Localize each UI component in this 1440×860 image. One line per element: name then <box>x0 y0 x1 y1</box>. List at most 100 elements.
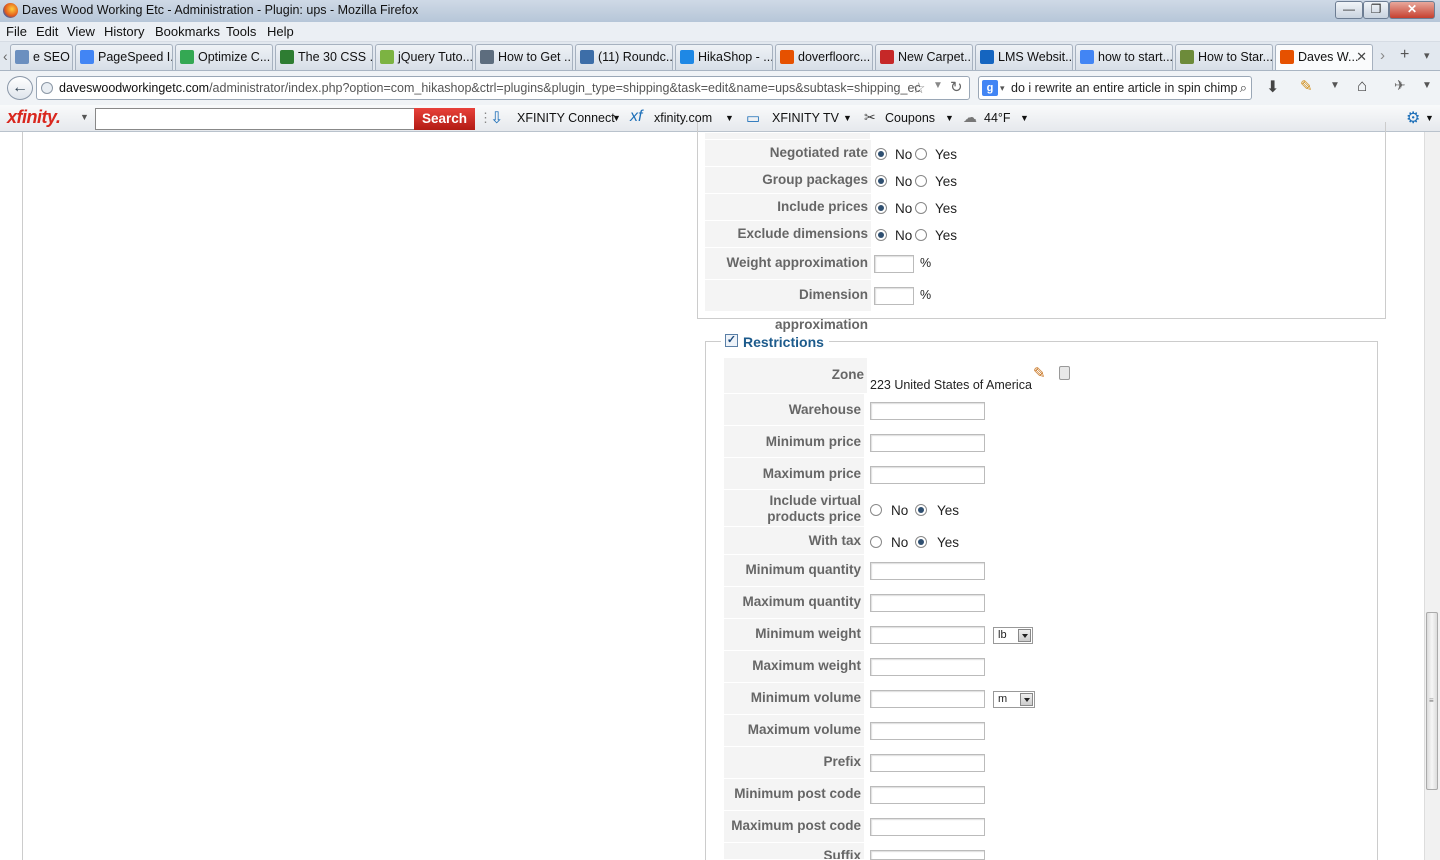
xfinity-connect-dropdown-icon[interactable]: ▼ <box>612 113 621 123</box>
include-virtual-yes-radio[interactable] <box>915 504 927 516</box>
new-tab-icon[interactable]: + <box>1400 46 1409 64</box>
url-history-dropdown-icon[interactable]: ▼ <box>933 80 943 91</box>
tab-10[interactable]: New Carpet... <box>875 44 973 70</box>
bookmark-star-icon[interactable]: ☆ <box>912 79 925 97</box>
left-content-border <box>22 132 23 860</box>
tab-scroll-left-icon[interactable]: ‹ <box>3 48 8 64</box>
group-packages-no-label: No <box>895 174 913 189</box>
addon-bug-icon[interactable]: ✈ <box>1394 77 1406 94</box>
xfinity-settings-gear-icon[interactable]: ⚙ <box>1406 108 1420 128</box>
tab-14[interactable]: Daves W... ✕ <box>1275 44 1373 70</box>
negotiated-rate-no-radio[interactable] <box>875 148 887 160</box>
tab-label: Optimize C... <box>198 50 271 64</box>
negotiated-rate-no-label: No <box>895 147 913 162</box>
minimum-volume-input[interactable] <box>870 690 985 708</box>
url-bar[interactable]: daveswoodworkingetc.com/administrator/in… <box>36 76 970 100</box>
minimize-button[interactable]: — <box>1335 1 1363 19</box>
pencil-addon-icon[interactable]: ✎ <box>1300 77 1313 95</box>
include-prices-no-radio[interactable] <box>875 202 887 214</box>
weight-approximation-label: Weight approximation <box>705 248 871 280</box>
toolbar-menu-dropdown-icon[interactable]: ▼ <box>1422 80 1432 91</box>
tab-list-icon[interactable]: ▾ <box>1424 49 1430 62</box>
group-packages-yes-radio[interactable] <box>915 175 927 187</box>
reload-icon[interactable]: ↻ <box>950 78 963 96</box>
prefix-input[interactable] <box>870 754 985 772</box>
restrictions-checkbox[interactable]: ✓ <box>725 334 738 347</box>
include-virtual-yes-label: Yes <box>937 503 960 518</box>
close-tab-icon[interactable]: ✕ <box>1356 45 1367 69</box>
exclude-dimensions-no-label: No <box>895 228 913 243</box>
search-icon[interactable]: ⌕ <box>1240 77 1247 99</box>
close-window-button[interactable]: ✕ <box>1389 1 1435 19</box>
minimum-quantity-input[interactable] <box>870 562 985 580</box>
xfinity-settings-dropdown-icon[interactable]: ▼ <box>1425 113 1434 123</box>
group-packages-no-radio[interactable] <box>875 175 887 187</box>
weight-unit-dropdown-icon[interactable] <box>1018 629 1031 642</box>
with-tax-no-label: No <box>891 535 909 550</box>
tab-9[interactable]: doverfloorc... <box>775 44 873 70</box>
volume-unit-select[interactable]: m <box>993 691 1035 708</box>
tab-5[interactable]: jQuery Tuto... <box>375 44 473 70</box>
xfinity-menu-dropdown-icon[interactable]: ▼ <box>80 112 89 122</box>
xfinity-logo[interactable]: xfinity. <box>7 107 61 128</box>
include-virtual-no-radio[interactable] <box>870 504 882 516</box>
dimension-approximation-input[interactable] <box>874 287 914 305</box>
tab-4[interactable]: The 30 CSS ... <box>275 44 373 70</box>
maximum-quantity-input[interactable] <box>870 594 985 612</box>
tab-2[interactable]: PageSpeed I... <box>75 44 173 70</box>
web-search-input[interactable]: g ▾ do i rewrite an entire article in sp… <box>978 76 1252 100</box>
menu-history[interactable]: History <box>104 24 144 39</box>
xfinity-search-input[interactable] <box>95 108 415 130</box>
tab-scroll-right-icon[interactable]: › <box>1380 47 1385 64</box>
tab-11[interactable]: LMS Websit... <box>975 44 1073 70</box>
weight-unit-value: lb <box>998 629 1007 641</box>
tab-13[interactable]: How to Star... <box>1175 44 1273 70</box>
menu-tools[interactable]: Tools <box>226 24 256 39</box>
with-tax-no-radio[interactable] <box>870 536 882 548</box>
home-icon[interactable]: ⌂ <box>1357 76 1367 96</box>
maximum-post-code-input[interactable] <box>870 818 985 836</box>
tab-7[interactable]: (11) Roundc... <box>575 44 673 70</box>
include-prices-yes-radio[interactable] <box>915 202 927 214</box>
warehouse-input[interactable] <box>870 402 985 420</box>
back-icon[interactable]: ← <box>7 76 33 100</box>
weight-unit-select[interactable]: lb <box>993 627 1033 644</box>
minimum-price-input[interactable] <box>870 434 985 452</box>
downloads-icon[interactable]: ⬇ <box>1266 77 1279 97</box>
tab-3[interactable]: Optimize C... <box>175 44 273 70</box>
minimum-weight-input[interactable] <box>870 626 985 644</box>
search-engine-dropdown-icon[interactable]: ▾ <box>1000 77 1005 99</box>
maximum-quantity-label: Maximum quantity <box>724 587 864 619</box>
delete-zone-trash-icon[interactable] <box>1059 366 1070 380</box>
exclude-dimensions-no-radio[interactable] <box>875 229 887 241</box>
maximum-volume-input[interactable] <box>870 722 985 740</box>
tab-1[interactable]: e SEO T... <box>10 44 73 70</box>
with-tax-yes-radio[interactable] <box>915 536 927 548</box>
tab-favicon-icon <box>80 50 94 64</box>
addon-dropdown-icon[interactable]: ▼ <box>1330 80 1340 91</box>
xfinity-search-button[interactable]: Search <box>414 108 475 130</box>
maximum-volume-label: Maximum volume <box>724 715 864 747</box>
negotiated-rate-yes-radio[interactable] <box>915 148 927 160</box>
maximum-price-input[interactable] <box>870 466 985 484</box>
maximum-weight-input[interactable] <box>870 658 985 676</box>
edit-zone-icon[interactable]: ✎ <box>1033 364 1046 382</box>
tab-12[interactable]: how to start... <box>1075 44 1173 70</box>
menu-bookmarks[interactable]: Bookmarks <box>155 24 220 39</box>
menu-help[interactable]: Help <box>267 24 294 39</box>
tab-8[interactable]: HikaShop - ... <box>675 44 773 70</box>
google-search-engine-icon[interactable]: g <box>982 80 998 96</box>
suffix-input[interactable] <box>870 850 985 860</box>
menu-file[interactable]: File <box>6 24 27 39</box>
site-identity-icon[interactable] <box>41 82 53 94</box>
exclude-dimensions-yes-radio[interactable] <box>915 229 927 241</box>
menu-edit[interactable]: Edit <box>36 24 58 39</box>
tab-favicon-icon <box>480 50 494 64</box>
menu-view[interactable]: View <box>67 24 95 39</box>
weight-approximation-input[interactable] <box>874 255 914 273</box>
restore-button[interactable]: ❐ <box>1363 1 1389 19</box>
volume-unit-dropdown-icon[interactable] <box>1020 693 1033 706</box>
tab-6[interactable]: How to Get ... <box>475 44 573 70</box>
minimum-post-code-input[interactable] <box>870 786 985 804</box>
xfinity-connect-link[interactable]: XFINITY Connect <box>517 111 615 125</box>
